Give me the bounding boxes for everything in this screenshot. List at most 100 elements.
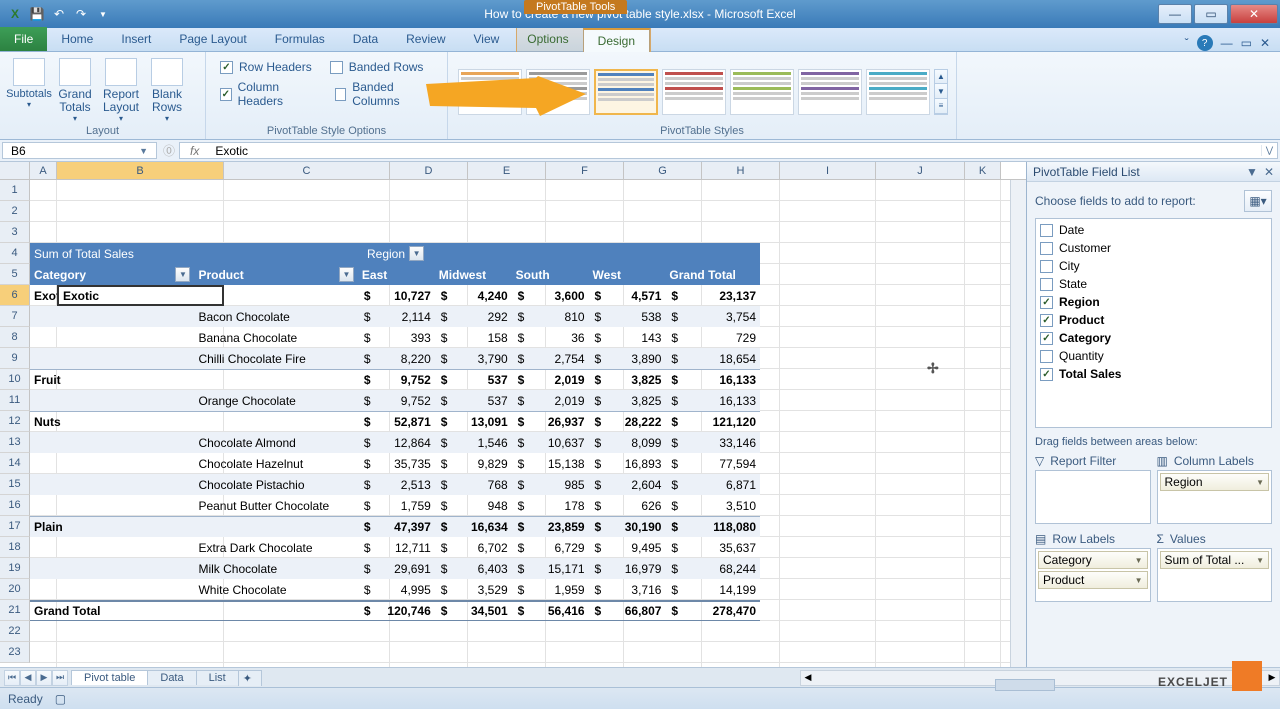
- row-header-13[interactable]: 13: [0, 432, 30, 453]
- sheet-tab-data[interactable]: Data: [147, 670, 196, 685]
- name-box[interactable]: B6▼: [2, 142, 157, 159]
- save-icon[interactable]: 💾: [28, 5, 46, 23]
- col-header-D[interactable]: D: [390, 162, 468, 179]
- nav-prev-icon[interactable]: ◀: [20, 670, 36, 686]
- col-header-H[interactable]: H: [702, 162, 780, 179]
- col-header-I[interactable]: I: [780, 162, 876, 179]
- banded-columns-checkbox[interactable]: Banded Columns: [335, 80, 433, 108]
- maximize-button[interactable]: ▭: [1194, 4, 1228, 24]
- style-swatch[interactable]: [730, 69, 794, 115]
- col-header-G[interactable]: G: [624, 162, 702, 179]
- fx-icon[interactable]: fx: [180, 144, 209, 158]
- field-city[interactable]: City: [1038, 257, 1269, 275]
- row-header-21[interactable]: 21: [0, 600, 30, 621]
- undo-icon[interactable]: ↶: [50, 5, 68, 23]
- row-header-10[interactable]: 10: [0, 369, 30, 390]
- row-header-9[interactable]: 9: [0, 348, 30, 369]
- tab-formulas[interactable]: Formulas: [261, 27, 339, 51]
- workbook-minimize-icon[interactable]: —: [1221, 36, 1233, 50]
- row-header-1[interactable]: 1: [0, 180, 30, 201]
- row-header-11[interactable]: 11: [0, 390, 30, 411]
- column-headers-checkbox[interactable]: ✓Column Headers: [220, 80, 317, 108]
- row-header-16[interactable]: 16: [0, 495, 30, 516]
- col-header-E[interactable]: E: [468, 162, 546, 179]
- chip-region[interactable]: Region▼: [1160, 473, 1270, 491]
- chip-sum-total[interactable]: Sum of Total ...▼: [1160, 551, 1270, 569]
- row-header-5[interactable]: 5: [0, 264, 30, 285]
- chip-product[interactable]: Product▼: [1038, 571, 1148, 589]
- row-header-18[interactable]: 18: [0, 537, 30, 558]
- sheet-nav[interactable]: ⏮ ◀ ▶ ⏭: [0, 670, 72, 686]
- tab-file[interactable]: File: [0, 27, 47, 51]
- field-region[interactable]: ✓Region: [1038, 293, 1269, 311]
- row-header-7[interactable]: 7: [0, 306, 30, 327]
- horizontal-scrollbar[interactable]: ◀ ▶: [800, 670, 1280, 686]
- qat-dropdown-icon[interactable]: ▼: [94, 5, 112, 23]
- formula-input[interactable]: fx Exotic ⋁: [179, 142, 1278, 159]
- field-state[interactable]: State: [1038, 275, 1269, 293]
- tab-review[interactable]: Review: [392, 27, 459, 51]
- col-header-A[interactable]: A: [30, 162, 57, 179]
- row-header-2[interactable]: 2: [0, 201, 30, 222]
- row-header-15[interactable]: 15: [0, 474, 30, 495]
- style-swatch[interactable]: [526, 69, 590, 115]
- minimize-button[interactable]: —: [1158, 4, 1192, 24]
- sheet-tab-pivot[interactable]: Pivot table: [71, 670, 148, 685]
- fields-box[interactable]: DateCustomerCityState✓Region✓Product✓Cat…: [1035, 218, 1272, 428]
- style-swatch[interactable]: [866, 69, 930, 115]
- chip-category[interactable]: Category▼: [1038, 551, 1148, 569]
- row-header-8[interactable]: 8: [0, 327, 30, 348]
- style-swatch[interactable]: [798, 69, 862, 115]
- field-customer[interactable]: Customer: [1038, 239, 1269, 257]
- row-header-4[interactable]: 4: [0, 243, 30, 264]
- row-header-3[interactable]: 3: [0, 222, 30, 243]
- tab-insert[interactable]: Insert: [107, 27, 165, 51]
- report-layout-button[interactable]: Report Layout▾: [98, 54, 144, 125]
- field-total-sales[interactable]: ✓Total Sales: [1038, 365, 1269, 383]
- grand-totals-button[interactable]: Grand Totals▾: [52, 54, 98, 125]
- select-all-corner[interactable]: [0, 162, 30, 179]
- column-headers[interactable]: ABCDEFGHIJK: [0, 162, 1026, 180]
- sheet-tab-list[interactable]: List: [196, 670, 239, 685]
- field-list-dropdown-icon[interactable]: ▼: [1246, 165, 1258, 179]
- style-swatch-selected[interactable]: [594, 69, 658, 115]
- help-icon[interactable]: ?: [1197, 35, 1213, 51]
- sheet-area[interactable]: ABCDEFGHIJK 1234567891011121314151617181…: [0, 162, 1026, 667]
- row-header-20[interactable]: 20: [0, 579, 30, 600]
- row-header-6[interactable]: 6: [0, 285, 30, 306]
- gallery-scroll[interactable]: ▲▼≡: [934, 69, 948, 115]
- style-swatch[interactable]: [458, 69, 522, 115]
- tab-data[interactable]: Data: [339, 27, 392, 51]
- banded-rows-checkbox[interactable]: Banded Rows: [330, 60, 424, 74]
- row-headers-checkbox[interactable]: ✓Row Headers: [220, 60, 312, 74]
- row-headers[interactable]: 1234567891011121314151617181920212223: [0, 180, 30, 663]
- nav-last-icon[interactable]: ⏭: [52, 670, 68, 686]
- style-swatch[interactable]: [662, 69, 726, 115]
- col-header-K[interactable]: K: [965, 162, 1001, 179]
- field-category[interactable]: ✓Category: [1038, 329, 1269, 347]
- row-header-23[interactable]: 23: [0, 642, 30, 663]
- macro-record-icon[interactable]: ▢: [55, 692, 66, 706]
- styles-gallery[interactable]: ▲▼≡: [454, 54, 950, 125]
- tab-options[interactable]: Options: [513, 27, 582, 51]
- field-list-close-icon[interactable]: ✕: [1264, 165, 1274, 179]
- new-sheet-button[interactable]: ✦: [238, 670, 262, 686]
- row-header-17[interactable]: 17: [0, 516, 30, 537]
- field-date[interactable]: Date: [1038, 221, 1269, 239]
- col-header-J[interactable]: J: [876, 162, 965, 179]
- workbook-close-icon[interactable]: ✕: [1260, 36, 1270, 50]
- workbook-restore-icon[interactable]: ▭: [1241, 36, 1252, 50]
- vertical-scrollbar[interactable]: [1010, 180, 1026, 667]
- close-button[interactable]: ✕: [1230, 4, 1278, 24]
- subtotals-button[interactable]: Subtotals▾: [6, 54, 52, 125]
- expand-formula-icon[interactable]: ⋁: [1261, 145, 1277, 156]
- col-header-F[interactable]: F: [546, 162, 624, 179]
- tab-home[interactable]: Home: [47, 27, 107, 51]
- area-column-labels[interactable]: Region▼: [1157, 470, 1273, 524]
- area-report-filter[interactable]: [1035, 470, 1151, 524]
- blank-rows-button[interactable]: Blank Rows▾: [144, 54, 190, 125]
- minimize-ribbon-icon[interactable]: ˇ: [1185, 36, 1189, 50]
- field-list-layout-button[interactable]: ▦▾: [1244, 190, 1272, 212]
- tab-design[interactable]: Design: [583, 28, 650, 52]
- field-quantity[interactable]: Quantity: [1038, 347, 1269, 365]
